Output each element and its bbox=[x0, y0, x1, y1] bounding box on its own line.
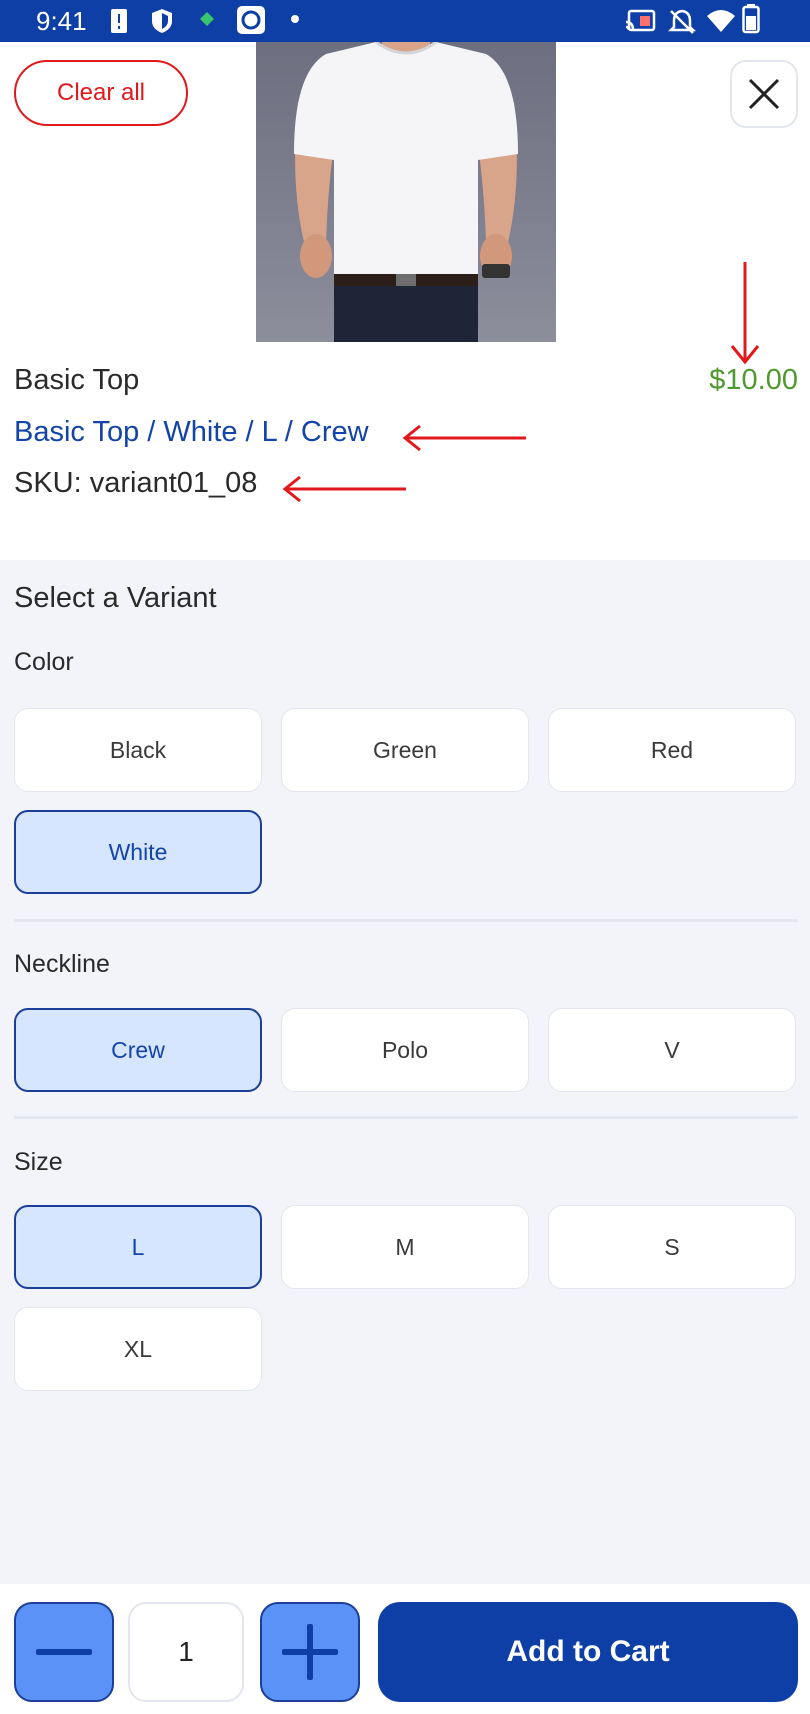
color-option-white[interactable]: White bbox=[14, 810, 262, 894]
quantity-field[interactable]: 1 bbox=[128, 1602, 244, 1702]
variant-selector: Select a Variant Color Black Green Red W… bbox=[0, 560, 810, 1584]
increase-quantity-button[interactable] bbox=[260, 1602, 360, 1702]
annotation-arrow-left-icon bbox=[402, 424, 526, 452]
size-option-s[interactable]: S bbox=[548, 1205, 796, 1289]
diamond-icon bbox=[200, 12, 214, 26]
product-price: $10.00 bbox=[709, 364, 798, 396]
neckline-option-crew[interactable]: Crew bbox=[14, 1008, 262, 1092]
variant-section-title: Select a Variant bbox=[14, 582, 217, 614]
wifi-icon bbox=[707, 10, 735, 32]
add-to-cart-button[interactable]: Add to Cart bbox=[378, 1602, 798, 1702]
product-sku: SKU: variant01_08 bbox=[14, 467, 258, 499]
close-icon bbox=[748, 78, 780, 110]
color-label: Color bbox=[14, 648, 74, 676]
divider bbox=[14, 919, 798, 922]
product-name: Basic Top bbox=[14, 364, 140, 396]
product-summary: Clear all Basic Top $10.00 Basic Top / W… bbox=[0, 40, 810, 560]
cast-icon bbox=[625, 9, 656, 32]
annotation-arrow-left-icon bbox=[282, 475, 406, 503]
color-option-green[interactable]: Green bbox=[281, 708, 529, 792]
close-button[interactable] bbox=[730, 60, 798, 128]
sim-alert-icon bbox=[111, 9, 127, 33]
color-option-red[interactable]: Red bbox=[548, 708, 796, 792]
battery-icon bbox=[742, 4, 760, 34]
notifications-off-icon bbox=[668, 9, 696, 34]
annotation-arrow-down-icon bbox=[730, 262, 760, 365]
app-icon bbox=[237, 6, 265, 34]
size-label: Size bbox=[14, 1148, 63, 1176]
neckline-option-v[interactable]: V bbox=[548, 1008, 796, 1092]
status-bar: 9:41 bbox=[0, 0, 810, 42]
size-option-m[interactable]: M bbox=[281, 1205, 529, 1289]
dot-icon bbox=[291, 15, 299, 23]
size-option-xl[interactable]: XL bbox=[14, 1307, 262, 1391]
cart-bar: 1 Add to Cart bbox=[0, 1584, 810, 1714]
status-time: 9:41 bbox=[36, 6, 87, 36]
color-option-black[interactable]: Black bbox=[14, 708, 262, 792]
clear-all-button[interactable]: Clear all bbox=[14, 60, 188, 126]
product-image bbox=[256, 40, 556, 342]
plus-icon bbox=[282, 1624, 338, 1680]
size-option-l[interactable]: L bbox=[14, 1205, 262, 1289]
minus-icon bbox=[36, 1649, 92, 1655]
shield-icon bbox=[152, 9, 172, 33]
selected-variant-title: Basic Top / White / L / Crew bbox=[14, 416, 369, 448]
neckline-label: Neckline bbox=[14, 950, 110, 978]
neckline-option-polo[interactable]: Polo bbox=[281, 1008, 529, 1092]
decrease-quantity-button[interactable] bbox=[14, 1602, 114, 1702]
divider bbox=[14, 1116, 798, 1119]
